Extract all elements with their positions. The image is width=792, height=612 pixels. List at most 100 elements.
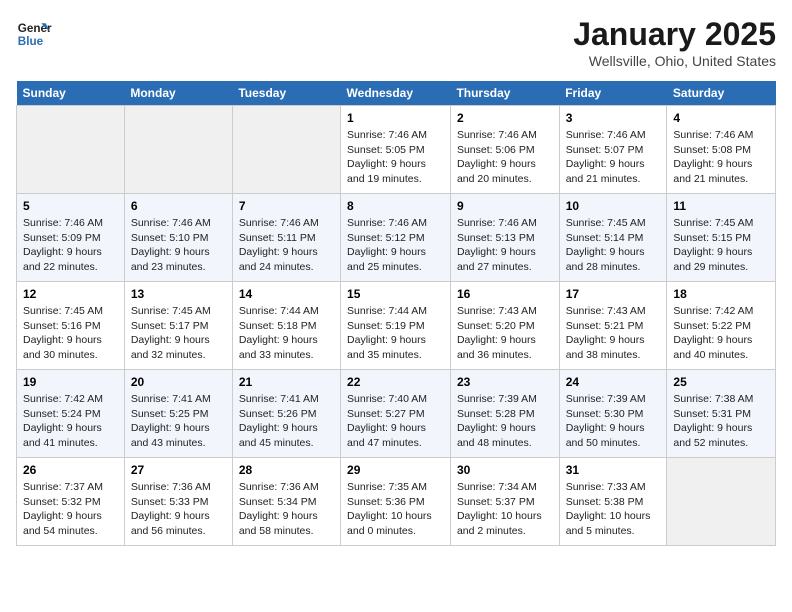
calendar-cell: 6 Sunrise: 7:46 AM Sunset: 5:10 PM Daylig… — [124, 194, 232, 282]
week-row: 12Sunrise: 7:45 AM Sunset: 5:16 PM Dayli… — [17, 282, 776, 370]
day-info: Sunrise: 7:41 AM Sunset: 5:26 PM Dayligh… — [239, 392, 334, 451]
calendar-cell — [124, 106, 232, 194]
col-tuesday: Tuesday — [232, 81, 340, 106]
calendar-subtitle: Wellsville, Ohio, United States — [573, 53, 776, 69]
day-info: Sunrise: 7:43 AM Sunset: 5:20 PM Dayligh… — [457, 304, 553, 363]
calendar-cell: 25 Sunrise: 7:38 AM Sunset: 5:31 PM Dayli… — [667, 370, 776, 458]
calendar-body: 1Sunrise: 7:46 AM Sunset: 5:05 PM Daylig… — [17, 106, 776, 546]
day-info: Sunrise: 7:43 AM Sunset: 5:21 PM Dayligh… — [566, 304, 661, 363]
calendar-cell: 21 Sunrise: 7:41 AM Sunset: 5:26 PM Dayli… — [232, 370, 340, 458]
day-number: 29 — [347, 463, 444, 477]
day-info: Sunrise: 7:34 AM Sunset: 5:37 PM Dayligh… — [457, 480, 553, 539]
day-info: Sunrise: 7:44 AM Sunset: 5:18 PM Dayligh… — [239, 304, 334, 363]
day-number: 8 — [347, 199, 444, 213]
calendar-cell: 23Sunrise: 7:39 AM Sunset: 5:28 PM Dayli… — [450, 370, 559, 458]
calendar-cell: 11 Sunrise: 7:45 AM Sunset: 5:15 PM Dayli… — [667, 194, 776, 282]
day-number: 20 — [131, 375, 226, 389]
calendar-cell: 19 Sunrise: 7:42 AM Sunset: 5:24 PM Dayli… — [17, 370, 125, 458]
day-number: 28 — [239, 463, 334, 477]
calendar-title: January 2025 — [573, 16, 776, 53]
day-number: 30 — [457, 463, 553, 477]
logo-icon: General Blue — [16, 16, 52, 52]
day-number: 14 — [239, 287, 334, 301]
calendar-cell: 8 Sunrise: 7:46 AM Sunset: 5:12 PM Daylig… — [341, 194, 451, 282]
calendar-cell: 31Sunrise: 7:33 AM Sunset: 5:38 PM Dayli… — [559, 458, 667, 546]
calendar-table: Sunday Monday Tuesday Wednesday Thursday… — [16, 81, 776, 546]
day-number: 18 — [673, 287, 769, 301]
day-info: Sunrise: 7:46 AM Sunset: 5:07 PM Dayligh… — [566, 128, 661, 187]
svg-text:Blue: Blue — [18, 35, 44, 48]
calendar-cell — [667, 458, 776, 546]
day-info: Sunrise: 7:46 AM Sunset: 5:05 PM Dayligh… — [347, 128, 444, 187]
day-number: 9 — [457, 199, 553, 213]
calendar-cell: 20Sunrise: 7:41 AM Sunset: 5:25 PM Dayli… — [124, 370, 232, 458]
day-number: 17 — [566, 287, 661, 301]
day-info: Sunrise: 7:46 AM Sunset: 5:09 PM Dayligh… — [23, 216, 118, 275]
day-number: 12 — [23, 287, 118, 301]
calendar-cell: 15Sunrise: 7:44 AM Sunset: 5:19 PM Dayli… — [341, 282, 451, 370]
day-number: 6 — [131, 199, 226, 213]
logo: General Blue — [16, 16, 52, 52]
day-info: Sunrise: 7:37 AM Sunset: 5:32 PM Dayligh… — [23, 480, 118, 539]
calendar-cell: 16 Sunrise: 7:43 AM Sunset: 5:20 PM Dayli… — [450, 282, 559, 370]
day-number: 15 — [347, 287, 444, 301]
day-info: Sunrise: 7:36 AM Sunset: 5:33 PM Dayligh… — [131, 480, 226, 539]
day-info: Sunrise: 7:45 AM Sunset: 5:14 PM Dayligh… — [566, 216, 661, 275]
calendar-cell: 30 Sunrise: 7:34 AM Sunset: 5:37 PM Dayli… — [450, 458, 559, 546]
calendar-cell: 17 Sunrise: 7:43 AM Sunset: 5:21 PM Dayli… — [559, 282, 667, 370]
day-info: Sunrise: 7:39 AM Sunset: 5:28 PM Dayligh… — [457, 392, 553, 451]
day-info: Sunrise: 7:42 AM Sunset: 5:24 PM Dayligh… — [23, 392, 118, 451]
calendar-cell: 1Sunrise: 7:46 AM Sunset: 5:05 PM Daylig… — [341, 106, 451, 194]
day-info: Sunrise: 7:46 AM Sunset: 5:12 PM Dayligh… — [347, 216, 444, 275]
day-number: 26 — [23, 463, 118, 477]
week-row: 26 Sunrise: 7:37 AM Sunset: 5:32 PM Dayli… — [17, 458, 776, 546]
calendar-cell: 27 Sunrise: 7:36 AM Sunset: 5:33 PM Dayli… — [124, 458, 232, 546]
day-number: 22 — [347, 375, 444, 389]
header-row: Sunday Monday Tuesday Wednesday Thursday… — [17, 81, 776, 106]
col-saturday: Saturday — [667, 81, 776, 106]
day-info: Sunrise: 7:35 AM Sunset: 5:36 PM Dayligh… — [347, 480, 444, 539]
calendar-cell: 24Sunrise: 7:39 AM Sunset: 5:30 PM Dayli… — [559, 370, 667, 458]
day-info: Sunrise: 7:38 AM Sunset: 5:31 PM Dayligh… — [673, 392, 769, 451]
col-monday: Monday — [124, 81, 232, 106]
day-number: 7 — [239, 199, 334, 213]
day-number: 4 — [673, 111, 769, 125]
day-info: Sunrise: 7:42 AM Sunset: 5:22 PM Dayligh… — [673, 304, 769, 363]
day-info: Sunrise: 7:40 AM Sunset: 5:27 PM Dayligh… — [347, 392, 444, 451]
day-info: Sunrise: 7:39 AM Sunset: 5:30 PM Dayligh… — [566, 392, 661, 451]
calendar-cell: 3 Sunrise: 7:46 AM Sunset: 5:07 PM Daylig… — [559, 106, 667, 194]
day-number: 25 — [673, 375, 769, 389]
calendar-cell: 22 Sunrise: 7:40 AM Sunset: 5:27 PM Dayli… — [341, 370, 451, 458]
calendar-cell: 2 Sunrise: 7:46 AM Sunset: 5:06 PM Daylig… — [450, 106, 559, 194]
day-info: Sunrise: 7:46 AM Sunset: 5:11 PM Dayligh… — [239, 216, 334, 275]
day-number: 16 — [457, 287, 553, 301]
day-number: 11 — [673, 199, 769, 213]
week-row: 5 Sunrise: 7:46 AM Sunset: 5:09 PM Daylig… — [17, 194, 776, 282]
day-number: 3 — [566, 111, 661, 125]
calendar-cell: 26 Sunrise: 7:37 AM Sunset: 5:32 PM Dayli… — [17, 458, 125, 546]
day-number: 2 — [457, 111, 553, 125]
calendar-cell: 9Sunrise: 7:46 AM Sunset: 5:13 PM Daylig… — [450, 194, 559, 282]
page-header: General Blue January 2025 Wellsville, Oh… — [16, 16, 776, 69]
calendar-cell: 28 Sunrise: 7:36 AM Sunset: 5:34 PM Dayli… — [232, 458, 340, 546]
calendar-cell: 29 Sunrise: 7:35 AM Sunset: 5:36 PM Dayli… — [341, 458, 451, 546]
col-sunday: Sunday — [17, 81, 125, 106]
day-number: 10 — [566, 199, 661, 213]
day-info: Sunrise: 7:36 AM Sunset: 5:34 PM Dayligh… — [239, 480, 334, 539]
day-info: Sunrise: 7:46 AM Sunset: 5:10 PM Dayligh… — [131, 216, 226, 275]
calendar-cell: 5 Sunrise: 7:46 AM Sunset: 5:09 PM Daylig… — [17, 194, 125, 282]
day-number: 21 — [239, 375, 334, 389]
calendar-cell: 14 Sunrise: 7:44 AM Sunset: 5:18 PM Dayli… — [232, 282, 340, 370]
day-number: 5 — [23, 199, 118, 213]
day-info: Sunrise: 7:33 AM Sunset: 5:38 PM Dayligh… — [566, 480, 661, 539]
col-friday: Friday — [559, 81, 667, 106]
week-row: 19 Sunrise: 7:42 AM Sunset: 5:24 PM Dayli… — [17, 370, 776, 458]
calendar-header: Sunday Monday Tuesday Wednesday Thursday… — [17, 81, 776, 106]
day-number: 19 — [23, 375, 118, 389]
day-info: Sunrise: 7:46 AM Sunset: 5:06 PM Dayligh… — [457, 128, 553, 187]
calendar-cell — [232, 106, 340, 194]
day-info: Sunrise: 7:46 AM Sunset: 5:08 PM Dayligh… — [673, 128, 769, 187]
day-info: Sunrise: 7:45 AM Sunset: 5:15 PM Dayligh… — [673, 216, 769, 275]
calendar-cell: 12Sunrise: 7:45 AM Sunset: 5:16 PM Dayli… — [17, 282, 125, 370]
day-number: 27 — [131, 463, 226, 477]
